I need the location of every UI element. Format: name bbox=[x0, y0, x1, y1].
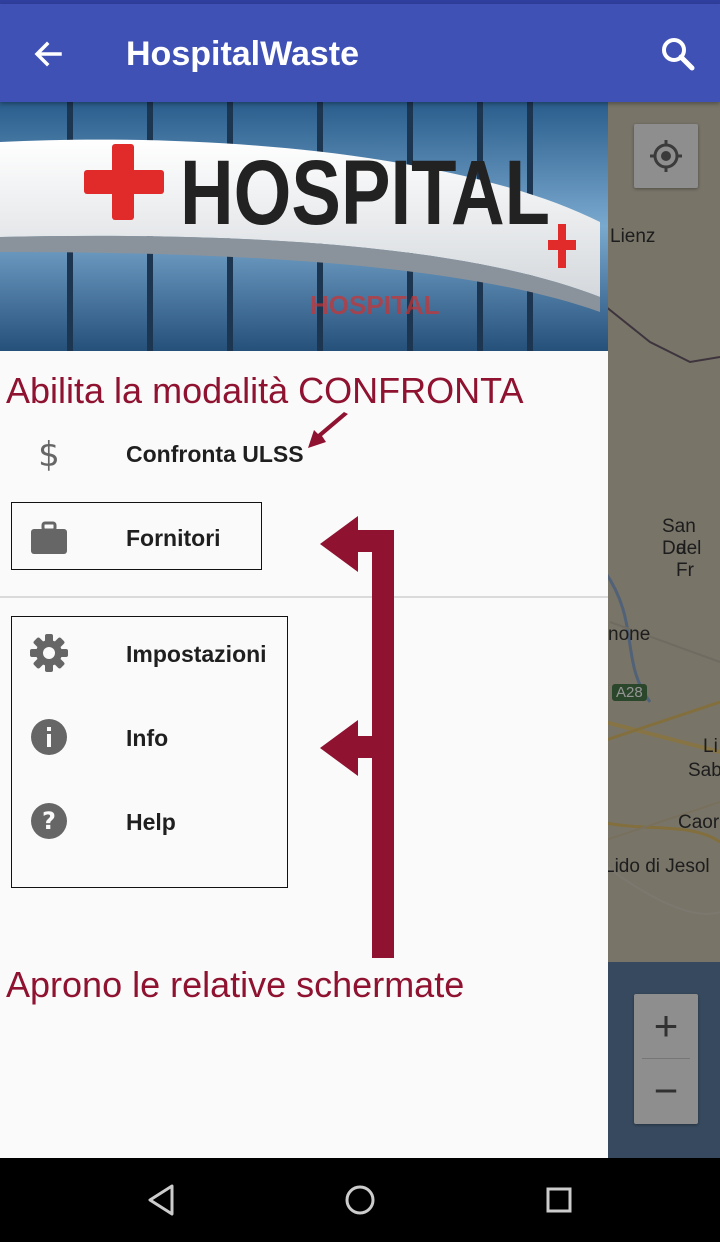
annotation-open-screens: Aprono le relative schermate bbox=[6, 964, 465, 1005]
app-bar: HospitalWaste bbox=[0, 4, 720, 102]
svg-text:?: ? bbox=[42, 807, 56, 835]
search-icon[interactable] bbox=[656, 32, 700, 76]
help-icon: ? bbox=[31, 803, 67, 839]
annotation-bracket-arrows bbox=[320, 516, 394, 958]
info-icon bbox=[31, 719, 67, 755]
dollar-icon: $ bbox=[38, 435, 60, 474]
menu-label-impostazioni: Impostazioni bbox=[126, 641, 267, 667]
menu-label-help: Help bbox=[126, 809, 176, 835]
menu-item-fornitori[interactable]: Fornitori bbox=[0, 498, 608, 582]
menu-item-help[interactable]: ? Help bbox=[0, 782, 608, 866]
hospital-reflection-text: HOSPITAL bbox=[310, 290, 440, 320]
menu-item-confronta-ulss[interactable]: $ Confronta ULSS bbox=[0, 414, 608, 498]
nav-recents-icon[interactable] bbox=[544, 1182, 574, 1218]
menu-item-impostazioni[interactable]: Impostazioni bbox=[0, 614, 608, 698]
app-title: HospitalWaste bbox=[126, 35, 360, 73]
hospital-sign-text: HOSPITAL bbox=[180, 142, 550, 244]
hospital-building-image: HOSPITAL HOSPITAL bbox=[0, 102, 608, 351]
nav-back-icon[interactable] bbox=[146, 1182, 178, 1218]
briefcase-icon bbox=[31, 521, 67, 554]
drawer-header-image: HOSPITAL HOSPITAL bbox=[0, 102, 608, 351]
gear-icon bbox=[30, 634, 68, 672]
navigation-drawer: HOSPITAL HOSPITAL Abilita la modalità CO… bbox=[0, 102, 608, 1158]
annotation-compare-mode: Abilita la modalità CONFRONTA bbox=[6, 370, 524, 411]
nav-home-icon[interactable] bbox=[342, 1182, 378, 1218]
back-arrow-icon[interactable] bbox=[26, 32, 70, 76]
menu-label-info: Info bbox=[126, 725, 169, 751]
menu-item-info[interactable]: Info bbox=[0, 698, 608, 782]
system-navigation-bar bbox=[0, 1158, 720, 1242]
menu-label-fornitori: Fornitori bbox=[126, 525, 221, 551]
menu-label-confronta-ulss: Confronta ULSS bbox=[126, 441, 304, 467]
svg-text:$: $ bbox=[38, 435, 60, 474]
menu-divider bbox=[0, 596, 608, 598]
